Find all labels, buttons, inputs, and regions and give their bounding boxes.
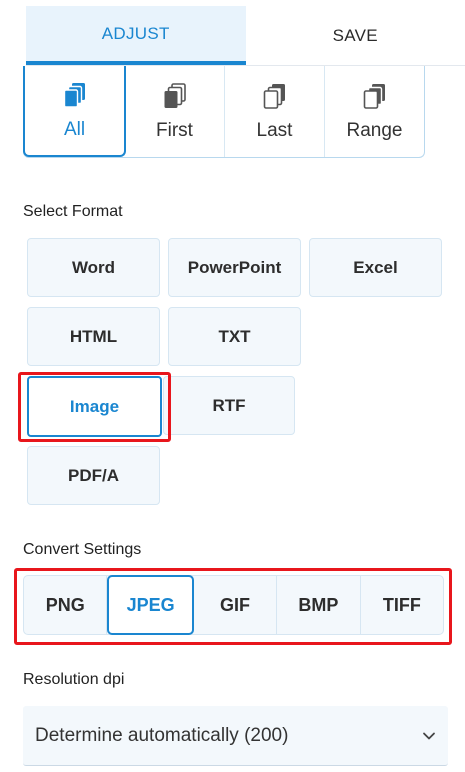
convert-settings-label: Convert Settings <box>23 541 142 558</box>
range-pages-icon <box>363 83 385 109</box>
image-type-jpeg[interactable]: JPEG <box>107 575 194 635</box>
image-type-tiff[interactable]: TIFF <box>361 576 443 634</box>
resolution-label: Resolution dpi <box>23 671 125 688</box>
page-option-label: All <box>63 118 86 140</box>
resolution-value: Determine automatically (200) <box>35 724 289 746</box>
format-txt-button[interactable]: TXT <box>168 307 301 366</box>
page-option-range[interactable]: Range <box>325 66 424 157</box>
format-html-button[interactable]: HTML <box>27 307 160 366</box>
page-selector: All First Last Range <box>23 66 425 158</box>
page-option-first[interactable]: First <box>125 66 225 157</box>
format-image-button[interactable]: Image <box>27 376 162 437</box>
tab-save[interactable]: SAVE <box>246 6 465 65</box>
page-option-all[interactable]: All <box>23 66 126 157</box>
image-type-png[interactable]: PNG <box>24 576 108 634</box>
format-excel-button[interactable]: Excel <box>309 238 442 297</box>
format-pdfa-button[interactable]: PDF/A <box>27 446 160 505</box>
image-type-gif[interactable]: GIF <box>194 576 278 634</box>
select-format-label: Select Format <box>23 203 123 220</box>
image-type-selector: PNG JPEG GIF BMP TIFF <box>23 575 444 635</box>
page-option-label: First <box>156 119 193 141</box>
first-page-icon <box>164 82 186 108</box>
tab-adjust[interactable]: ADJUST <box>26 6 246 65</box>
chevron-down-icon <box>423 732 435 739</box>
page-option-label: Last <box>256 119 293 141</box>
format-rtf-button[interactable]: RTF <box>163 376 295 435</box>
multi-page-icon <box>63 82 85 108</box>
image-type-bmp[interactable]: BMP <box>277 576 361 634</box>
page-option-label: Range <box>346 119 403 141</box>
top-tabs: ADJUST SAVE <box>26 6 465 66</box>
format-word-button[interactable]: Word <box>27 238 160 297</box>
page-option-last[interactable]: Last <box>225 66 325 157</box>
last-page-icon <box>263 83 285 109</box>
format-powerpoint-button[interactable]: PowerPoint <box>168 238 301 297</box>
resolution-dropdown[interactable]: Determine automatically (200) <box>23 706 448 766</box>
